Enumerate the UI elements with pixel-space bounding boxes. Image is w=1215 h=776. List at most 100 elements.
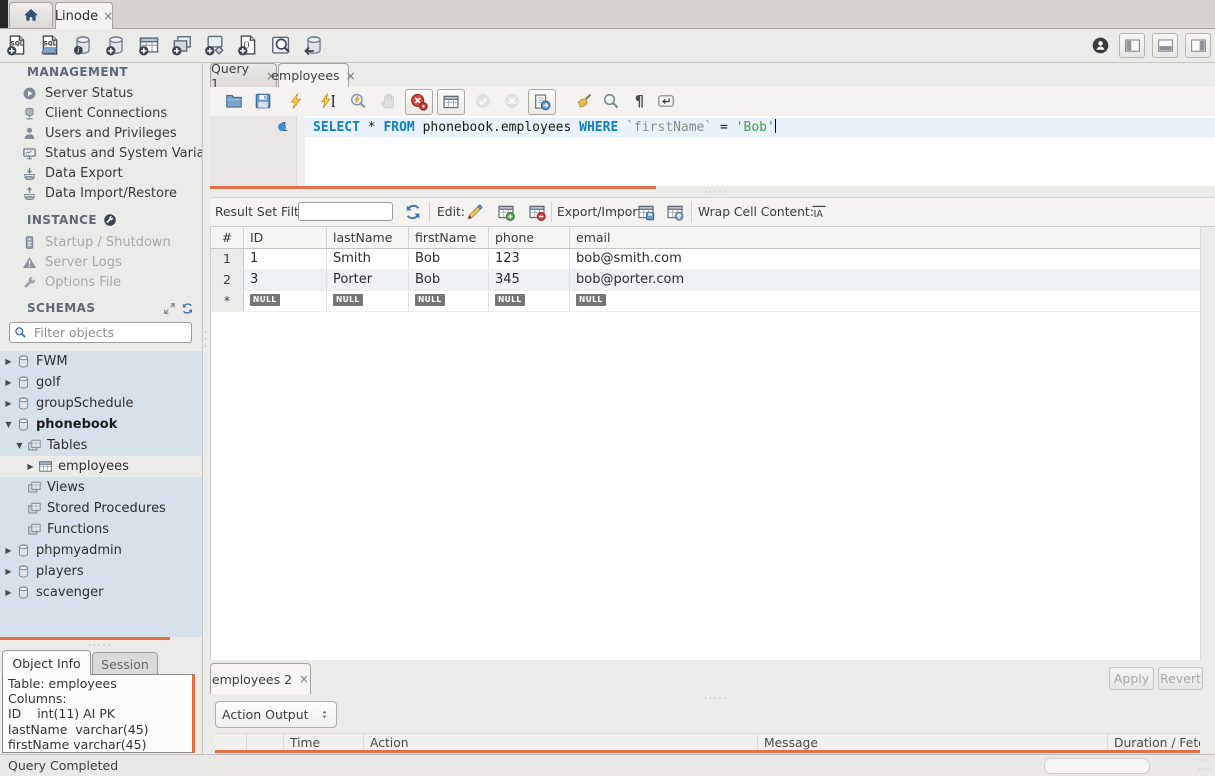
schema-tree-item-phonebook[interactable]: ▼phonebook <box>0 414 202 435</box>
execute-button[interactable] <box>285 90 307 112</box>
create-table-button[interactable] <box>137 33 160 56</box>
schema-tree-item-functions[interactable]: Functions <box>0 519 202 540</box>
home-tab[interactable] <box>9 2 53 27</box>
grid-cell[interactable]: 123 <box>489 249 570 269</box>
resize-grip[interactable]: ······· <box>1198 756 1212 774</box>
output-splitter-handle[interactable]: ····· <box>704 694 728 704</box>
refresh-schemas-icon[interactable] <box>181 302 194 315</box>
save-script-button[interactable] <box>252 90 274 112</box>
delete-row-button[interactable] <box>528 203 546 221</box>
toggle-bottom-panel-button[interactable] <box>1152 33 1178 58</box>
chevron-right-icon[interactable]: ▶ <box>3 546 14 555</box>
schema-tree-item-players[interactable]: ▶players <box>0 561 202 582</box>
grid-cell[interactable]: bob@smith.com <box>570 249 1201 269</box>
execute-current-statement-button[interactable] <box>317 90 339 112</box>
schema-tree-item-views[interactable]: Views <box>0 477 202 498</box>
toggle-left-sidebar-button[interactable] <box>1119 33 1145 58</box>
refresh-results-button[interactable] <box>404 203 422 221</box>
table-row[interactable]: 11SmithBob123bob@smith.com <box>211 249 1201 270</box>
sidebar-item-client-connections[interactable]: Client Connections <box>0 103 202 123</box>
chevron-down-icon[interactable]: ▼ <box>14 441 25 450</box>
beautify-button[interactable] <box>573 90 595 112</box>
schema-tree-item-fwm[interactable]: ▶FWM <box>0 351 202 372</box>
create-function-button[interactable]: () <box>236 33 259 56</box>
result-filter-input[interactable] <box>298 202 393 221</box>
sidebar-item-users-and-privileges[interactable]: Users and Privileges <box>0 123 202 143</box>
grid-cell-null[interactable]: NULL <box>244 291 327 311</box>
expand-schemas-icon[interactable] <box>163 302 176 315</box>
column-header-phone[interactable]: phone <box>489 227 570 248</box>
schema-tree-item-tables[interactable]: ▼Tables <box>0 435 202 456</box>
toggle-right-sidebar-button[interactable] <box>1185 33 1211 58</box>
schema-filter-box[interactable] <box>9 322 192 343</box>
stop-on-error-toggle[interactable] <box>405 89 433 115</box>
export-recordset-button[interactable] <box>637 203 655 221</box>
wrap-text-toggle[interactable] <box>655 90 677 112</box>
output-selector-dropdown[interactable]: Action Output <box>215 701 337 728</box>
grid-cell-null[interactable]: NULL <box>489 291 570 311</box>
autocommit-toggle[interactable] <box>528 89 556 115</box>
close-icon[interactable]: × <box>299 672 309 686</box>
commit-button[interactable] <box>472 90 494 112</box>
open-script-button[interactable] <box>223 90 245 112</box>
add-row-button[interactable] <box>497 203 515 221</box>
grid-cell[interactable]: 3 <box>244 270 327 290</box>
create-view-button[interactable] <box>170 33 193 56</box>
sidebar-item-data-export[interactable]: Data Export <box>0 163 202 183</box>
close-icon[interactable]: × <box>346 69 356 83</box>
grid-cell[interactable]: Porter <box>327 270 409 290</box>
tab-employees-editor[interactable]: employees × <box>278 63 349 87</box>
column-header-firstname[interactable]: firstName <box>409 227 489 248</box>
tab-object-info[interactable]: Object Info <box>2 650 91 675</box>
inspect-database-button[interactable]: i <box>71 33 94 56</box>
schema-tree-item-golf[interactable]: ▶golf <box>0 372 202 393</box>
connection-tab-linode[interactable]: Linode × <box>55 2 113 29</box>
sidebar-resize-handle[interactable]: ··· <box>204 330 208 352</box>
schema-filter-input[interactable] <box>32 324 187 341</box>
create-schema-button[interactable] <box>104 33 127 56</box>
grid-cell[interactable]: Bob <box>409 270 489 290</box>
sidebar-item-server-status[interactable]: Server Status <box>0 83 202 103</box>
create-procedure-button[interactable] <box>203 33 226 56</box>
column-header-num[interactable]: # <box>211 227 244 248</box>
wrap-cell-content-toggle[interactable]: IA <box>811 204 827 220</box>
chevron-right-icon[interactable]: ▶ <box>3 357 14 366</box>
grid-cell[interactable]: 345 <box>489 270 570 290</box>
explain-button[interactable] <box>347 90 369 112</box>
limit-rows-toggle[interactable] <box>437 89 465 115</box>
tab-session[interactable]: Session <box>92 652 158 675</box>
horizontal-scrollbar-thumb[interactable] <box>1044 758 1150 774</box>
rollback-button[interactable] <box>501 90 523 112</box>
import-records-button[interactable] <box>666 203 684 221</box>
chevron-right-icon[interactable]: ▶ <box>25 462 36 471</box>
chevron-right-icon[interactable]: ▶ <box>3 399 14 408</box>
column-header-id[interactable]: ID <box>244 227 327 248</box>
new-row[interactable]: *NULLNULLNULLNULLNULL <box>211 291 1201 312</box>
search-data-button[interactable] <box>269 33 292 56</box>
sql-statement[interactable]: SELECT * FROM phonebook.employees WHERE … <box>313 119 776 135</box>
revert-button[interactable]: Revert <box>1158 667 1203 690</box>
sidebar-item-data-import-restore[interactable]: Data Import/Restore <box>0 183 202 203</box>
sql-editor[interactable]: 1 SELECT * FROM phonebook.employees WHER… <box>210 116 1215 186</box>
apply-button[interactable]: Apply <box>1109 667 1154 690</box>
reconnect-dbms-button[interactable] <box>302 33 325 56</box>
schema-tree-item-groupschedule[interactable]: ▶groupSchedule <box>0 393 202 414</box>
edit-cell-button[interactable] <box>466 203 484 221</box>
grid-cell[interactable]: Smith <box>327 249 409 269</box>
show-invisibles-toggle[interactable]: ¶ <box>628 90 650 112</box>
tab-query-1[interactable]: Query 1 × <box>210 63 277 87</box>
new-sql-tab-button[interactable]: SQL <box>5 33 28 56</box>
open-sql-script-button[interactable]: SQL <box>38 33 61 56</box>
chevron-right-icon[interactable]: ▶ <box>3 567 14 576</box>
sidebar-item-options-file[interactable]: Options File <box>0 272 202 292</box>
grid-cell-null[interactable]: NULL <box>409 291 489 311</box>
chevron-right-icon[interactable]: ▶ <box>3 378 14 387</box>
column-header-email[interactable]: email <box>570 227 1201 248</box>
grid-cell[interactable]: 1 <box>244 249 327 269</box>
tab-employees-2-result[interactable]: employees 2 × <box>210 663 311 694</box>
chevron-down-icon[interactable]: ▼ <box>3 420 14 429</box>
sidebar-item-server-logs[interactable]: Server Logs <box>0 252 202 272</box>
grid-cell-null[interactable]: NULL <box>327 291 409 311</box>
schema-tree-item-scavenger[interactable]: ▶scavenger <box>0 582 202 603</box>
close-icon[interactable]: × <box>103 9 113 23</box>
